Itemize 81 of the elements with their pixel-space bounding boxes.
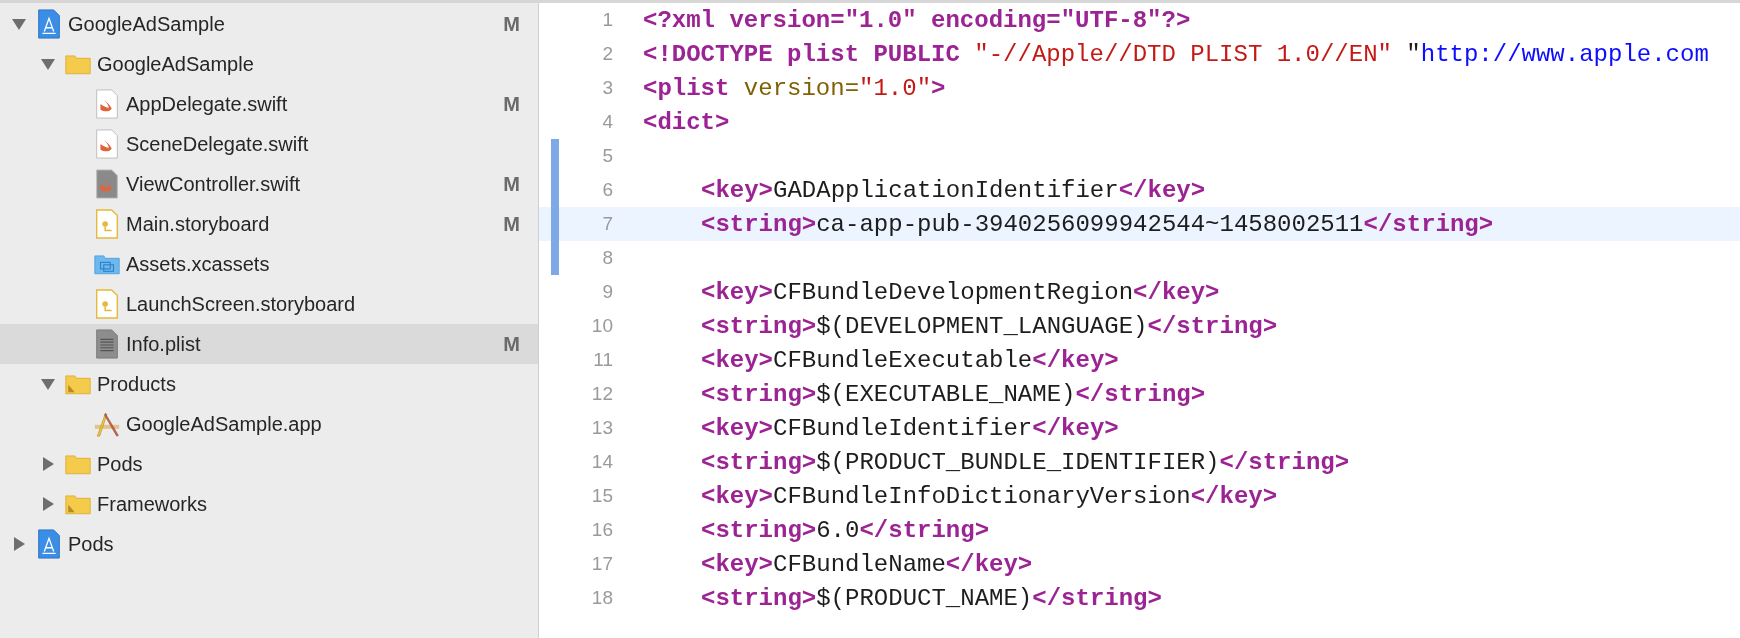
file-name: Pods: [97, 452, 144, 476]
file-name: Main.storyboard: [126, 212, 271, 236]
code-line: <key>GADApplicationIdentifier</key>: [701, 176, 1206, 204]
file-name: ViewController.swift: [126, 172, 302, 196]
navigator-item[interactable]: Pods: [0, 524, 538, 564]
code-line: <string>$(DEVELOPMENT_LANGUAGE)</string>: [701, 312, 1278, 340]
navigator-item[interactable]: GoogleAdSample M: [0, 4, 538, 44]
line-number: 14: [590, 451, 613, 473]
navigator-item[interactable]: AppDelegate.swift M: [0, 84, 538, 124]
code-line: <string>$(PRODUCT_BUNDLE_IDENTIFIER)</string>: [701, 448, 1350, 476]
code-line: <key>CFBundleInfoDictionaryVersion</key>: [701, 482, 1278, 510]
code-line: <key>CFBundleIdentifier</key>: [701, 414, 1119, 442]
code-line: <dict>: [643, 108, 730, 136]
code-line: <string>$(PRODUCT_NAME)</string>: [701, 584, 1162, 612]
code-line: <plist version="1.0">: [643, 74, 946, 102]
line-number: 9: [601, 281, 613, 303]
swift-file-icon: [94, 89, 120, 119]
navigator-item[interactable]: Frameworks: [0, 484, 538, 524]
navigator-item[interactable]: ViewController.swift M: [0, 164, 538, 204]
navigator-item[interactable]: Assets.xcassets: [0, 244, 538, 284]
code-line: <!DOCTYPE plist PUBLIC "-//Apple//DTD PLIST 1.0//EN" "http://www.apple.com: [643, 40, 1709, 68]
file-name: Pods: [68, 532, 115, 556]
navigator-item[interactable]: GoogleAdSample: [0, 44, 538, 84]
navigator-item[interactable]: Products: [0, 364, 538, 404]
code-line: <key>CFBundleExecutable</key>: [701, 346, 1119, 374]
file-name: LaunchScreen.storyboard: [126, 292, 357, 316]
swift-file-icon: [94, 129, 120, 159]
line-number: 12: [590, 383, 613, 405]
disclosure-triangle-icon[interactable]: [40, 376, 56, 392]
line-number: 3: [601, 77, 613, 99]
line-number: 5: [601, 145, 613, 167]
code-line: <string>$(EXECUTABLE_NAME)</string>: [701, 380, 1206, 408]
line-number: 18: [590, 587, 613, 609]
file-name: AppDelegate.swift: [126, 92, 289, 116]
file-name: Info.plist: [126, 332, 202, 356]
navigator-item[interactable]: GoogleAdSample.app: [0, 404, 538, 444]
line-number: 16: [590, 519, 613, 541]
code-line: <key>CFBundleName</key>: [701, 550, 1033, 578]
line-number: 4: [601, 111, 613, 133]
disclosure-triangle-icon[interactable]: [11, 536, 27, 552]
line-number: 6: [601, 179, 613, 201]
storyboard-file-icon: [94, 209, 120, 239]
navigator-item[interactable]: Main.storyboard M: [0, 204, 538, 244]
line-number: 13: [590, 417, 613, 439]
modified-status: M: [503, 212, 520, 236]
file-name: Assets.xcassets: [126, 252, 271, 276]
navigator-item[interactable]: LaunchScreen.storyboard: [0, 284, 538, 324]
file-name: Frameworks: [97, 492, 208, 516]
code-line: <string>ca-app-pub-3940256099942544~1458002511</string>: [701, 210, 1494, 238]
modified-status: M: [503, 92, 520, 116]
file-name: GoogleAdSample: [68, 12, 226, 36]
code-line: <string>6.0</string>: [701, 516, 990, 544]
line-number: 2: [601, 43, 613, 65]
storyboard-file-icon: [94, 289, 120, 319]
project-file-icon: [36, 529, 62, 559]
line-number: 7: [601, 213, 613, 235]
file-name: SceneDelegate.swift: [126, 132, 310, 156]
line-number: 17: [590, 553, 613, 575]
navigator-item[interactable]: Info.plist M: [0, 324, 538, 364]
file-name: GoogleAdSample: [97, 52, 255, 76]
disclosure-triangle-icon[interactable]: [11, 16, 27, 32]
line-number: 1: [601, 9, 613, 31]
modified-status: M: [503, 332, 520, 356]
file-name: GoogleAdSample.app: [126, 412, 323, 436]
file-name: Products: [97, 372, 177, 396]
project-file-icon: [36, 9, 62, 39]
line-number: 10: [590, 315, 613, 337]
disclosure-triangle-icon[interactable]: [40, 456, 56, 472]
swift-file-icon: [94, 169, 120, 199]
disclosure-triangle-icon[interactable]: [40, 496, 56, 512]
disclosure-triangle-icon[interactable]: [40, 56, 56, 72]
code-line: <?xml version="1.0" encoding="UTF-8"?>: [643, 6, 1191, 34]
navigator-item[interactable]: SceneDelegate.swift: [0, 124, 538, 164]
line-number: 8: [601, 247, 613, 269]
modified-status: M: [503, 12, 520, 36]
line-number: 11: [592, 349, 613, 371]
navigator-item[interactable]: Pods: [0, 444, 538, 484]
code-line: <key>CFBundleDevelopmentRegion</key>: [701, 278, 1220, 306]
modified-status: M: [503, 172, 520, 196]
plist-file-icon: [94, 329, 120, 359]
line-number: 15: [590, 485, 613, 507]
